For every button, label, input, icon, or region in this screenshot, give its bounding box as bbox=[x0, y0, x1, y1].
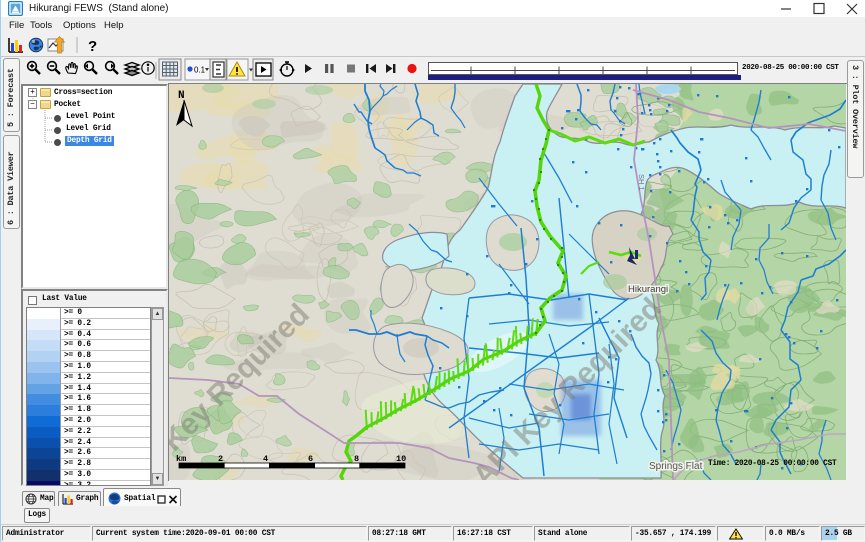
svg-text:10: 10 bbox=[396, 454, 406, 464]
svg-text:km: km bbox=[176, 454, 186, 464]
svg-text:Hikurangi: Hikurangi bbox=[628, 284, 668, 295]
svg-text:Springs Flat: Springs Flat bbox=[649, 461, 703, 472]
svg-text:SH 1: SH 1 bbox=[637, 174, 646, 191]
svg-text:Time: 2020-08-25 00:00:00 CST: Time: 2020-08-25 00:00:00 CST bbox=[708, 460, 837, 468]
svg-text:4: 4 bbox=[263, 454, 268, 464]
svg-text:6: 6 bbox=[308, 454, 313, 464]
svg-text:2: 2 bbox=[218, 454, 223, 464]
svg-text:0.1: 0.1 bbox=[194, 66, 206, 75]
svg-text:?: ? bbox=[88, 38, 97, 55]
svg-text:8: 8 bbox=[354, 454, 359, 464]
